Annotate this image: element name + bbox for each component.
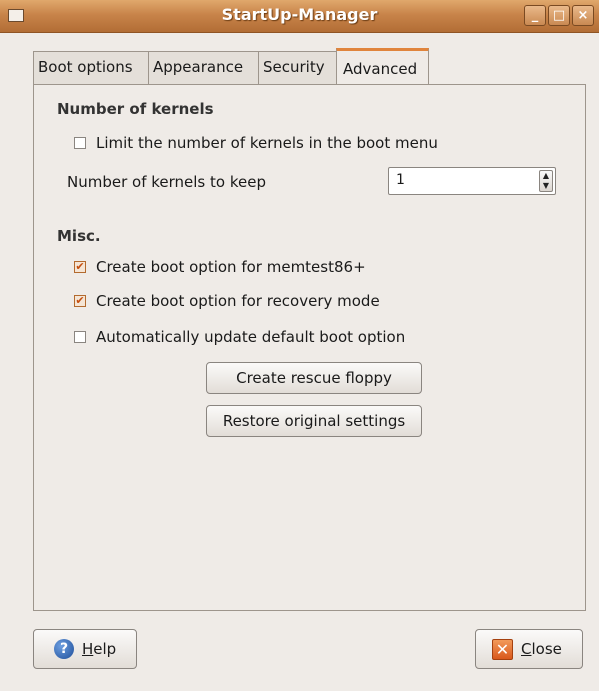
auto-update-checkbox-box[interactable]: [74, 331, 86, 343]
title-bar[interactable]: StartUp-Manager _ □ ×: [0, 0, 599, 33]
help-icon: ?: [54, 639, 74, 659]
kernels-to-keep-label: Number of kernels to keep: [67, 173, 266, 191]
spin-buttons[interactable]: ▲ ▼: [539, 170, 553, 192]
spin-down-icon[interactable]: ▼: [540, 181, 552, 191]
memtest-check-icon[interactable]: ✔: [74, 261, 86, 273]
close-label: Close: [521, 640, 562, 658]
tab-security[interactable]: Security: [258, 51, 337, 84]
window-title: StartUp-Manager: [221, 5, 378, 24]
create-rescue-floppy-button[interactable]: Create rescue floppy: [206, 362, 422, 394]
help-label: Help: [82, 640, 117, 658]
tab-boot-options[interactable]: Boot options: [33, 51, 149, 84]
help-button[interactable]: ? Help: [33, 629, 137, 669]
advanced-panel: [33, 84, 586, 611]
recovery-check-icon[interactable]: ✔: [74, 295, 86, 307]
close-window-button[interactable]: ×: [572, 5, 594, 26]
maximize-button[interactable]: □: [548, 5, 570, 26]
startup-manager-window: StartUp-Manager _ □ × Boot options Appea…: [0, 0, 599, 691]
memtest-label: Create boot option for memtest86+: [96, 258, 366, 276]
minimize-icon: _: [531, 8, 539, 23]
spin-up-icon[interactable]: ▲: [540, 171, 552, 181]
tab-appearance[interactable]: Appearance: [148, 51, 259, 84]
kernels-to-keep-value[interactable]: 1: [396, 172, 405, 188]
auto-update-label: Automatically update default boot option: [96, 328, 406, 346]
tab-advanced[interactable]: Advanced: [336, 48, 429, 85]
kernels-to-keep-spinbox[interactable]: 1 ▲ ▼: [388, 167, 556, 195]
close-icon: ✕: [492, 639, 513, 660]
close-window-icon: ×: [577, 8, 589, 23]
restore-original-settings-button[interactable]: Restore original settings: [206, 405, 422, 437]
limit-kernels-checkbox-box[interactable]: [74, 137, 86, 149]
maximize-icon: □: [552, 8, 566, 23]
recovery-mode-label: Create boot option for recovery mode: [96, 292, 380, 310]
minimize-button[interactable]: _: [524, 5, 546, 26]
limit-kernels-label: Limit the number of kernels in the boot …: [96, 134, 438, 152]
close-button[interactable]: ✕ Close: [475, 629, 583, 669]
kernels-heading: Number of kernels: [57, 100, 214, 118]
misc-heading: Misc.: [57, 227, 101, 245]
